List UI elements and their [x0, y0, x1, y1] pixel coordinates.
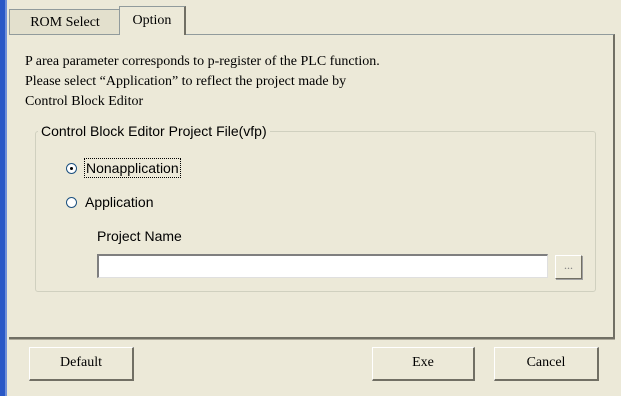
radio-selected-dot	[70, 166, 73, 170]
radio-application[interactable]: Application	[66, 191, 154, 213]
radio-nonapplication-circle[interactable]	[66, 162, 77, 174]
tab-rom-select[interactable]: ROM Select	[9, 9, 120, 34]
radio-nonapplication[interactable]: Nonapplication	[66, 157, 181, 179]
description-line-2: Please select “Application” to reflect t…	[25, 74, 347, 89]
radio-nonapplication-label[interactable]: Nonapplication	[84, 158, 181, 178]
window-left-border-highlight	[5, 0, 7, 396]
cancel-button[interactable]: Cancel	[494, 347, 599, 381]
project-name-input[interactable]	[97, 254, 548, 278]
option-description: P area parameter corresponds to p-regist…	[25, 52, 585, 112]
project-name-label: Project Name	[97, 228, 182, 244]
bottom-divider	[9, 339, 615, 340]
tab-option[interactable]: Option	[119, 6, 186, 35]
description-line-1: P area parameter corresponds to p-regist…	[25, 54, 380, 69]
radio-application-label[interactable]: Application	[85, 193, 154, 211]
description-line-3: Control Block Editor	[25, 94, 144, 109]
default-button[interactable]: Default	[29, 347, 134, 381]
project-file-group-title: Control Block Editor Project File(vfp)	[38, 122, 270, 140]
browse-button[interactable]: ...	[555, 255, 582, 279]
radio-application-circle[interactable]	[66, 196, 77, 208]
exe-button[interactable]: Exe	[372, 347, 475, 381]
